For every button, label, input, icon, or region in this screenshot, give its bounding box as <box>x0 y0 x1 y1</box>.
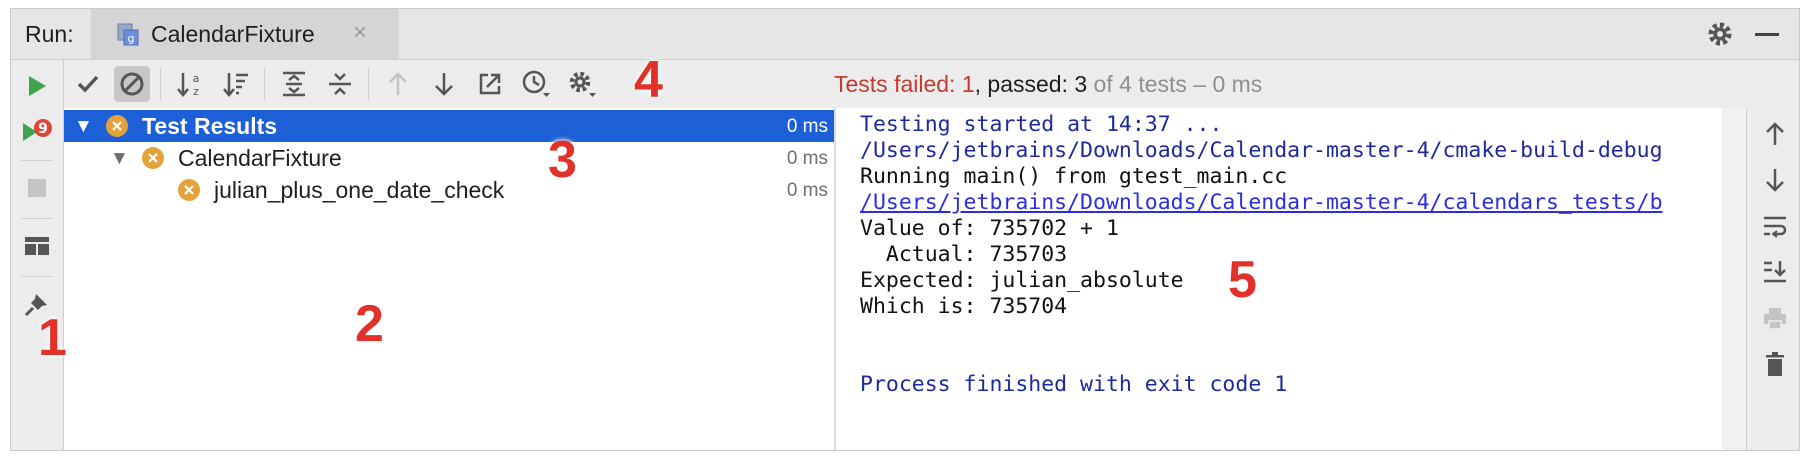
print-icon[interactable] <box>1759 302 1791 334</box>
minimize-icon[interactable] <box>1755 33 1779 36</box>
svg-text:z: z <box>193 85 199 98</box>
up-icon[interactable] <box>1759 118 1791 150</box>
tree-row-time: 0 ms <box>786 148 828 169</box>
settings-icon[interactable] <box>564 66 600 102</box>
soft-wrap-icon[interactable] <box>1759 210 1791 242</box>
console-line: Expected: julian_absolute <box>860 268 1184 293</box>
svg-text:a: a <box>193 72 200 85</box>
layout-icon[interactable] <box>19 228 55 264</box>
rerun-icon[interactable] <box>19 68 55 104</box>
svg-text:g: g <box>128 32 135 45</box>
expand-all-icon[interactable] <box>276 66 312 102</box>
console-line: Process finished with exit code 1 <box>860 372 1288 397</box>
console-line: Which is: 735704 <box>860 294 1068 319</box>
test-runner-toolbar: a z <box>64 60 834 108</box>
tree-row-julian-plus-one-date-check[interactable]: julian_plus_one_date_check 0 ms <box>64 174 834 206</box>
run-tool-window: Run: g CalendarFixture × 9 a z Tests fai… <box>10 8 1800 451</box>
passed-label: , passed: <box>974 71 1075 97</box>
gtest-config-icon: g <box>117 22 139 46</box>
show-ignored-icon[interactable] <box>114 66 150 102</box>
clear-all-icon[interactable] <box>1759 348 1791 380</box>
tree-row-test-results[interactable]: ▼ Test Results 0 ms <box>64 110 834 142</box>
history-icon[interactable] <box>518 66 554 102</box>
left-toolbar: 9 <box>11 60 64 450</box>
failed-status-icon <box>178 179 200 201</box>
annotation-number: 3 <box>548 131 577 189</box>
failed-status-icon <box>106 115 128 137</box>
tree-row-time: 0 ms <box>786 180 828 201</box>
tree-row-time: 0 ms <box>786 116 828 137</box>
scroll-to-end-icon[interactable] <box>1759 256 1791 288</box>
rerun-failed-icon[interactable]: 9 <box>19 114 55 150</box>
console-line: Running main() from gtest_main.cc <box>860 164 1288 189</box>
tool-window-header: Run: g CalendarFixture × <box>11 9 1799 60</box>
failed-status-icon <box>142 147 164 169</box>
expand-toggle-icon[interactable]: ▼ <box>110 148 129 170</box>
test-status-summary: Tests failed: 1, passed: 3 of 4 tests – … <box>834 60 1262 108</box>
next-failed-icon[interactable] <box>426 66 462 102</box>
svg-text:9: 9 <box>38 121 48 137</box>
close-icon[interactable]: × <box>353 19 367 47</box>
previous-failed-icon[interactable] <box>380 66 416 102</box>
console-output[interactable]: Testing started at 14:37 ... /Users/jetb… <box>836 108 1722 450</box>
show-passed-icon[interactable] <box>70 66 106 102</box>
console-line: /Users/jetbrains/Downloads/Calendar-mast… <box>860 138 1663 163</box>
test-results-tree: ▼ Test Results 0 ms ▼ CalendarFixture 0 … <box>64 108 834 450</box>
tree-row-label: julian_plus_one_date_check <box>214 177 505 203</box>
tab-label: CalendarFixture <box>151 21 315 47</box>
run-label: Run: <box>25 21 74 47</box>
tab-calendarfixture[interactable]: g CalendarFixture × <box>91 9 399 59</box>
stop-icon[interactable] <box>19 170 55 206</box>
annotation-number: 5 <box>1228 251 1257 309</box>
console-line: Testing started at 14:37 ... <box>860 112 1223 137</box>
tree-row-label: CalendarFixture <box>178 145 342 171</box>
sort-alphabetically-icon[interactable]: a z <box>172 66 208 102</box>
annotation-number: 4 <box>634 51 663 109</box>
duration: – 0 ms <box>1186 71 1263 97</box>
console-line: Value of: 735702 + 1 <box>860 216 1119 241</box>
failed-count: 1 <box>961 71 975 97</box>
annotation-number: 1 <box>38 309 67 367</box>
console-file-link[interactable]: /Users/jetbrains/Downloads/Calendar-mast… <box>860 190 1663 215</box>
export-icon[interactable] <box>472 66 508 102</box>
gear-icon[interactable] <box>1705 19 1735 49</box>
passed-count: 3 <box>1074 71 1088 97</box>
collapse-all-icon[interactable] <box>322 66 358 102</box>
console-scrollbar[interactable] <box>1722 108 1746 450</box>
failed-label: Tests failed: <box>834 71 962 97</box>
console-toolbar <box>1746 108 1799 450</box>
sort-by-duration-icon[interactable] <box>218 66 254 102</box>
tree-row-calendarfixture[interactable]: ▼ CalendarFixture 0 ms <box>64 142 834 174</box>
down-icon[interactable] <box>1759 164 1791 196</box>
console-line: Actual: 735703 <box>860 242 1068 267</box>
tree-row-label: Test Results <box>142 113 278 139</box>
annotation-number: 2 <box>355 295 384 353</box>
expand-toggle-icon[interactable]: ▼ <box>74 116 93 138</box>
total-tests: of 4 tests <box>1087 71 1187 97</box>
